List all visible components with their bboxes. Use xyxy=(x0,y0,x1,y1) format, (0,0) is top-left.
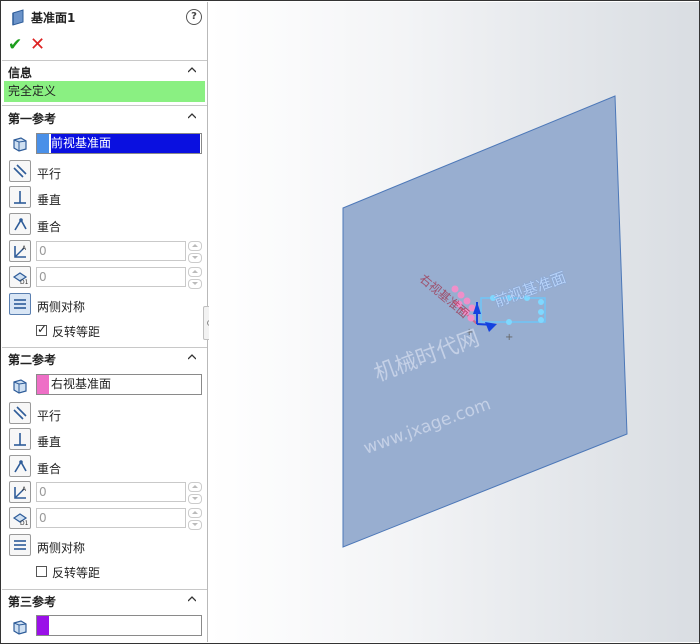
perpendicular-button[interactable] xyxy=(9,428,31,450)
ref3-entity-icon xyxy=(9,616,31,638)
help-icon[interactable]: ? xyxy=(186,9,202,25)
coincident-label: 重合 xyxy=(37,220,62,234)
midplane-label: 两侧对称 xyxy=(37,541,86,555)
offset-distance-button[interactable]: D1 xyxy=(9,507,31,529)
cancel-button[interactable]: ✕ xyxy=(30,36,45,54)
panel-header: 基准面1 ? xyxy=(2,2,207,32)
coincident-icon xyxy=(14,218,27,231)
chevron-up-icon[interactable] xyxy=(188,66,196,74)
parallel-label: 平行 xyxy=(37,167,62,181)
svg-text:A: A xyxy=(22,245,27,252)
divider xyxy=(2,589,207,590)
ref2-color-swatch xyxy=(37,375,49,394)
parallel-label: 平行 xyxy=(37,409,62,423)
ref2-selection-field[interactable]: 右视基准面 xyxy=(36,374,202,395)
coincident-button[interactable] xyxy=(9,455,31,477)
offset-distance-icon: D1 xyxy=(12,272,28,285)
plane-feature-icon xyxy=(12,9,24,26)
ref3-color-swatch xyxy=(37,616,49,635)
ref2-angle-input[interactable]: 0 xyxy=(36,482,186,502)
ok-button[interactable]: ✔ xyxy=(8,36,22,54)
ref2-section-label: 第二参考 xyxy=(8,353,57,367)
ref2-distance-input[interactable]: 0 xyxy=(36,508,186,528)
graphics-area[interactable]: + + 右视基准面 前视基准面 机械时代网 www.jxage.com xyxy=(209,2,699,642)
angle-icon: A xyxy=(14,245,27,258)
ref3-selection-text xyxy=(51,616,200,635)
perpendicular-label: 垂直 xyxy=(37,193,62,207)
ref2-section-header[interactable]: 第二参考 xyxy=(2,349,207,367)
offset-distance-button[interactable]: D1 xyxy=(9,266,31,288)
perpendicular-label: 垂直 xyxy=(37,435,62,449)
ref2-selection-text: 右视基准面 xyxy=(51,377,112,391)
window: 基准面1 ? ✔ ✕ 信息 完全定义 第一参考 前视基准面 平行 垂直 重合 A… xyxy=(0,0,700,644)
ref1-section-label: 第一参考 xyxy=(8,112,57,126)
ref2-flip-offset-label: 反转等距 xyxy=(52,566,101,580)
divider xyxy=(2,60,207,61)
ref1-distance-spinner[interactable] xyxy=(188,267,202,289)
angle-icon: A xyxy=(14,486,27,499)
ref1-entity-icon xyxy=(9,133,31,155)
parallel-icon xyxy=(13,406,27,420)
feature-title: 基准面1 xyxy=(31,11,76,25)
property-manager: 基准面1 ? ✔ ✕ 信息 完全定义 第一参考 前视基准面 平行 垂直 重合 A… xyxy=(2,2,208,642)
ref1-selection-field[interactable]: 前视基准面 xyxy=(36,133,202,154)
chevron-up-icon[interactable] xyxy=(188,595,196,603)
svg-text:+: + xyxy=(505,332,513,343)
svg-text:D1: D1 xyxy=(20,279,28,285)
plane-preview: + + xyxy=(342,95,628,548)
ref1-section-header[interactable]: 第一参考 xyxy=(2,108,207,126)
divider xyxy=(2,105,207,106)
angle-button[interactable]: A xyxy=(9,240,31,262)
perpendicular-icon xyxy=(14,433,26,446)
coincident-button[interactable] xyxy=(9,213,31,235)
chevron-up-icon[interactable] xyxy=(188,112,196,120)
ref3-section-header[interactable]: 第三参考 xyxy=(2,591,207,609)
svg-text:D1: D1 xyxy=(20,520,28,526)
offset-distance-icon: D1 xyxy=(12,513,28,526)
midplane-label: 两侧对称 xyxy=(37,300,86,314)
midplane-button[interactable] xyxy=(9,534,31,556)
ref2-distance-spinner[interactable] xyxy=(188,508,202,530)
ref1-angle-spinner[interactable] xyxy=(188,241,202,263)
perpendicular-button[interactable] xyxy=(9,186,31,208)
ref2-entity-icon xyxy=(9,375,31,397)
info-section-label: 信息 xyxy=(8,66,33,80)
ref1-distance-input[interactable]: 0 xyxy=(36,267,186,287)
check-icon: ✓ xyxy=(37,322,48,336)
status-fully-defined: 完全定义 xyxy=(4,81,205,102)
parallel-button[interactable] xyxy=(9,402,31,424)
ref2-flip-offset-checkbox[interactable] xyxy=(36,566,47,577)
parallel-button[interactable] xyxy=(9,160,31,182)
ref1-flip-offset-label: 反转等距 xyxy=(52,325,101,339)
info-section-header[interactable]: 信息 xyxy=(2,62,207,80)
coincident-label: 重合 xyxy=(37,462,62,476)
ref1-color-swatch xyxy=(37,134,49,153)
coincident-icon xyxy=(14,460,27,473)
ref1-angle-input[interactable]: 0 xyxy=(36,241,186,261)
midplane-button[interactable] xyxy=(9,293,31,315)
ref1-selection-text: 前视基准面 xyxy=(51,134,200,153)
parallel-icon xyxy=(13,164,27,178)
divider xyxy=(2,347,207,348)
midplane-icon xyxy=(14,299,26,309)
ref2-angle-spinner[interactable] xyxy=(188,482,202,504)
ref3-section-label: 第三参考 xyxy=(8,595,57,609)
chevron-up-icon[interactable] xyxy=(188,353,196,361)
svg-text:A: A xyxy=(22,486,27,493)
angle-button[interactable]: A xyxy=(9,481,31,503)
perpendicular-icon xyxy=(14,191,26,204)
ref3-selection-field[interactable] xyxy=(36,615,202,636)
midplane-icon xyxy=(14,540,26,550)
ref1-flip-offset-checkbox[interactable]: ✓ xyxy=(36,322,48,336)
